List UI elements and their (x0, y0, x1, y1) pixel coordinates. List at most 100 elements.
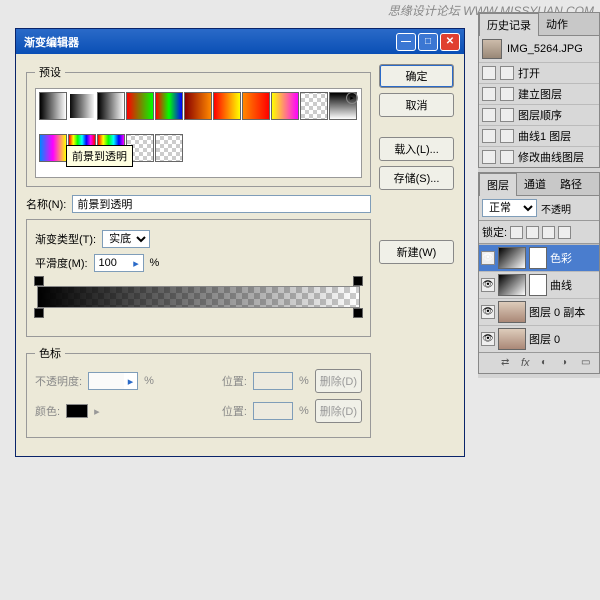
minimize-button[interactable]: — (396, 33, 416, 51)
preset-swatch[interactable] (39, 134, 67, 162)
layer-thumb[interactable] (498, 301, 526, 323)
fx-icon[interactable]: fx (521, 357, 535, 369)
step-icon (500, 150, 514, 164)
position-label-2: 位置: (222, 403, 247, 419)
presets-label: 预设 (35, 64, 65, 80)
color-stop-left[interactable] (34, 308, 44, 318)
preset-swatch[interactable] (155, 92, 183, 120)
step-icon (500, 129, 514, 143)
link-icon[interactable]: ⇄ (501, 357, 515, 369)
visibility-icon[interactable]: 👁 (481, 278, 495, 292)
mask-icon[interactable]: ◐ (541, 357, 555, 369)
layer-thumb[interactable] (498, 274, 526, 296)
lock-label: 锁定: (482, 224, 507, 240)
stops-label: 色标 (35, 345, 65, 361)
visibility-icon[interactable]: 👁 (481, 305, 495, 319)
layer-name: 色彩 (550, 250, 572, 266)
smooth-input[interactable] (95, 255, 130, 271)
opacity-stop-left[interactable] (34, 276, 44, 286)
preset-swatch[interactable] (97, 92, 125, 120)
percent-label: % (150, 257, 160, 269)
ok-button[interactable]: 确定 (379, 64, 454, 88)
name-label: 名称(N): (26, 196, 66, 212)
color-stop-right[interactable] (353, 308, 363, 318)
step-label: 打开 (518, 65, 540, 81)
tab-history[interactable]: 历史记录 (479, 13, 539, 36)
preset-swatch[interactable] (126, 92, 154, 120)
blend-mode-select[interactable]: 正常 (482, 199, 537, 217)
preset-swatch[interactable] (300, 92, 328, 120)
preset-swatch[interactable] (184, 92, 212, 120)
lock-all-icon[interactable] (558, 226, 571, 239)
cancel-button[interactable]: 取消 (379, 93, 454, 117)
gradient-editor-dialog: 渐变编辑器 — □ ✕ 预设 ▸ 名称(N): 渐变类型(T): 实底 (15, 28, 465, 457)
layer-mask[interactable] (529, 247, 547, 269)
dialog-title: 渐变编辑器 (24, 34, 394, 50)
layer-row[interactable]: 👁 图层 0 (479, 325, 599, 352)
position-label-1: 位置: (222, 373, 247, 389)
smooth-combo[interactable]: ▸ (94, 254, 144, 272)
preset-swatch[interactable] (68, 92, 96, 120)
step-label: 图层顺序 (518, 107, 562, 123)
new-button[interactable]: 新建(W) (379, 240, 454, 264)
step-label: 建立图层 (518, 86, 562, 102)
history-panel: 历史记录 动作 IMG_5264.JPG 打开建立图层图层顺序曲线1 图层修改曲… (478, 12, 600, 168)
history-source[interactable]: IMG_5264.JPG (479, 36, 599, 62)
tab-actions[interactable]: 动作 (539, 13, 575, 35)
tab-layers[interactable]: 图层 (479, 173, 517, 196)
layer-name: 图层 0 副本 (529, 304, 585, 320)
presets-menu-icon[interactable]: ▸ (346, 92, 358, 104)
layer-thumb[interactable] (498, 328, 526, 350)
preset-swatch[interactable] (213, 92, 241, 120)
chevron-right-icon[interactable]: ▸ (130, 257, 143, 270)
gradient-type-group: 渐变类型(T): 实底 平滑度(M): ▸ % (26, 219, 371, 337)
layer-row[interactable]: 👁曲线 (479, 271, 599, 298)
layer-mask[interactable] (529, 274, 547, 296)
source-thumb (482, 39, 502, 59)
preset-swatch[interactable] (271, 92, 299, 120)
position-input-1 (253, 372, 293, 390)
gradient-bar[interactable] (37, 286, 360, 308)
history-step[interactable]: 建立图层 (479, 83, 599, 104)
visibility-icon[interactable]: 👁 (481, 251, 495, 265)
adjustment-icon[interactable]: ◑ (561, 357, 575, 369)
opacity-label: 不透明度: (35, 373, 82, 389)
color-swatch (66, 404, 88, 418)
name-input[interactable] (72, 195, 371, 213)
opacity-input (89, 373, 124, 389)
type-select[interactable]: 实底 (102, 230, 150, 248)
layer-name: 图层 0 (529, 331, 560, 347)
folder-icon[interactable]: ▭ (581, 357, 595, 369)
history-step[interactable]: 修改曲线图层 (479, 146, 599, 167)
source-filename: IMG_5264.JPG (507, 43, 583, 55)
opacity-stop-right[interactable] (353, 276, 363, 286)
layer-thumb[interactable] (498, 247, 526, 269)
layer-row[interactable]: 👁 图层 0 副本 (479, 298, 599, 325)
stops-group: 色标 不透明度: ▸ % 位置: % 删除(D) 颜色: ▸ 位置: (26, 345, 371, 438)
history-step[interactable]: 打开 (479, 62, 599, 83)
history-step[interactable]: 图层顺序 (479, 104, 599, 125)
titlebar[interactable]: 渐变编辑器 — □ ✕ (16, 29, 464, 54)
opacity-panel-label: 不透明 (541, 201, 571, 216)
preset-swatch[interactable] (155, 134, 183, 162)
close-button[interactable]: ✕ (440, 33, 460, 51)
visibility-icon[interactable]: 👁 (481, 332, 495, 346)
save-button[interactable]: 存储(S)... (379, 166, 454, 190)
lock-image-icon[interactable] (526, 226, 539, 239)
lock-transparent-icon[interactable] (510, 226, 523, 239)
tab-channels[interactable]: 通道 (517, 173, 553, 195)
preset-swatch[interactable] (39, 92, 67, 120)
maximize-button[interactable]: □ (418, 33, 438, 51)
lock-position-icon[interactable] (542, 226, 555, 239)
load-button[interactable]: 载入(L)... (379, 137, 454, 161)
side-panels: 历史记录 动作 IMG_5264.JPG 打开建立图层图层顺序曲线1 图层修改曲… (478, 12, 600, 378)
preset-swatch[interactable] (242, 92, 270, 120)
layer-row[interactable]: 👁 色彩 (479, 244, 599, 271)
delete-color-stop-button: 删除(D) (315, 399, 362, 423)
history-step[interactable]: 曲线1 图层 (479, 125, 599, 146)
step-icon (482, 87, 496, 101)
tab-paths[interactable]: 路径 (553, 173, 589, 195)
step-icon (500, 66, 514, 80)
smooth-label: 平滑度(M): (35, 255, 88, 271)
step-icon (500, 87, 514, 101)
